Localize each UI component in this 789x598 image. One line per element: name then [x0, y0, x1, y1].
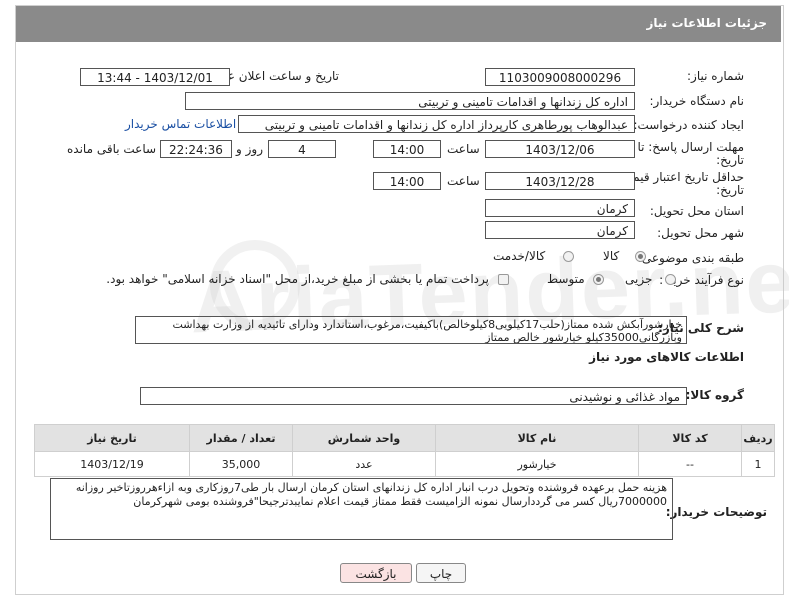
category-goods-service-label: کالا/خدمت: [493, 249, 546, 263]
reply-date-field: 1403/12/06: [485, 140, 635, 158]
goods-table-header: ردیف کد کالا نام کالا واحد شمارش تعداد /…: [34, 424, 775, 452]
cell-code: --: [638, 451, 742, 477]
process-medium-label: متوسط: [547, 272, 585, 286]
buyer-notes-label: توضیحات خریدار:: [665, 505, 767, 519]
cell-unit: عدد: [292, 451, 436, 477]
province-field: کرمان: [485, 199, 635, 217]
cell-date: 1403/12/19: [34, 451, 190, 477]
buyer-notes-text: هزینه حمل برعهده فروشنده وتحویل درب انبا…: [75, 481, 667, 508]
goods-section-title: اطلاعات کالاهای مورد نیاز: [589, 350, 744, 364]
creator-field: عبدالوهاب پورطاهری کارپرداز اداره کل زند…: [238, 115, 635, 133]
goods-group-label: گروه کالا:: [685, 388, 744, 402]
process-minor-label: جزیی: [625, 272, 653, 286]
category-goods-service-radio[interactable]: [563, 251, 574, 262]
panel-header: جزئیات اطلاعات نیاز: [16, 6, 781, 42]
goods-table: ردیف کد کالا نام کالا واحد شمارش تعداد /…: [34, 424, 775, 477]
days-label: روز و: [236, 142, 263, 156]
category-label: طبقه بندی موضوعی:: [637, 251, 744, 265]
table-row: 1 -- خیارشور عدد 35,000 1403/12/19: [34, 451, 775, 477]
print-button[interactable]: چاپ: [416, 563, 466, 583]
col-row: ردیف: [741, 424, 775, 452]
reply-deadline-label: مهلت ارسال پاسخ: تا: [637, 140, 744, 154]
province-label: استان محل تحویل:: [649, 204, 744, 218]
need-number-field: 1103009008000296: [485, 68, 635, 86]
col-qty: تعداد / مقدار: [189, 424, 293, 452]
buyer-field: اداره کل زندانها و اقدامات تامینی و تربی…: [185, 92, 635, 110]
announce-field: 1403/12/01 - 13:44: [80, 68, 230, 86]
description-text: خیارشورآبکش شده ممتاز(حلب17کیلویی8کیلوخا…: [172, 318, 682, 344]
goods-group-field: مواد غذائی و نوشیدنی: [140, 387, 687, 405]
process-medium-radio[interactable]: [593, 274, 604, 285]
panel-title: جزئیات اطلاعات نیاز: [646, 16, 767, 30]
process-minor-radio[interactable]: [665, 274, 676, 285]
col-name: نام کالا: [435, 424, 639, 452]
reply-time-label: ساعت: [447, 142, 480, 156]
reply-deadline-label-2: تاریخ:: [716, 153, 744, 167]
cell-qty: 35,000: [189, 451, 293, 477]
validity-label-2: تاریخ:: [716, 183, 744, 197]
treasury-payment-checkbox[interactable]: [498, 274, 509, 285]
days-field: 4: [268, 140, 336, 158]
validity-time-label: ساعت: [447, 174, 480, 188]
col-unit: واحد شمارش: [292, 424, 436, 452]
validity-time-field: 14:00: [373, 172, 441, 190]
category-goods-radio[interactable]: [635, 251, 646, 262]
validity-date-field: 1403/12/28: [485, 172, 635, 190]
cell-row: 1: [741, 451, 775, 477]
remaining-time-field: 22:24:36: [160, 140, 232, 158]
cell-name: خیارشور: [435, 451, 639, 477]
reply-time-field: 14:00: [373, 140, 441, 158]
col-code: کد کالا: [638, 424, 742, 452]
remaining-time-label: ساعت باقی مانده: [67, 142, 157, 156]
creator-label: ایجاد کننده درخواست:: [633, 118, 744, 132]
description-textarea: خیارشورآبکش شده ممتاز(حلب17کیلویی8کیلوخا…: [135, 316, 687, 344]
buyer-label: نام دستگاه خریدار:: [649, 94, 745, 108]
city-label: شهر محل تحویل:: [657, 226, 744, 240]
city-field: کرمان: [485, 221, 635, 239]
col-date: تاریخ نیاز: [34, 424, 190, 452]
treasury-payment-note: پرداخت تمام یا بخشی از مبلغ خرید،از محل …: [106, 272, 489, 286]
need-number-label: شماره نیاز:: [687, 69, 744, 83]
buyer-contact-link[interactable]: اطلاعات تماس خریدار: [125, 117, 236, 131]
back-button[interactable]: بازگشت: [340, 563, 412, 583]
category-goods-label: کالا: [603, 249, 620, 263]
buyer-notes-box: هزینه حمل برعهده فروشنده وتحویل درب انبا…: [50, 478, 673, 540]
